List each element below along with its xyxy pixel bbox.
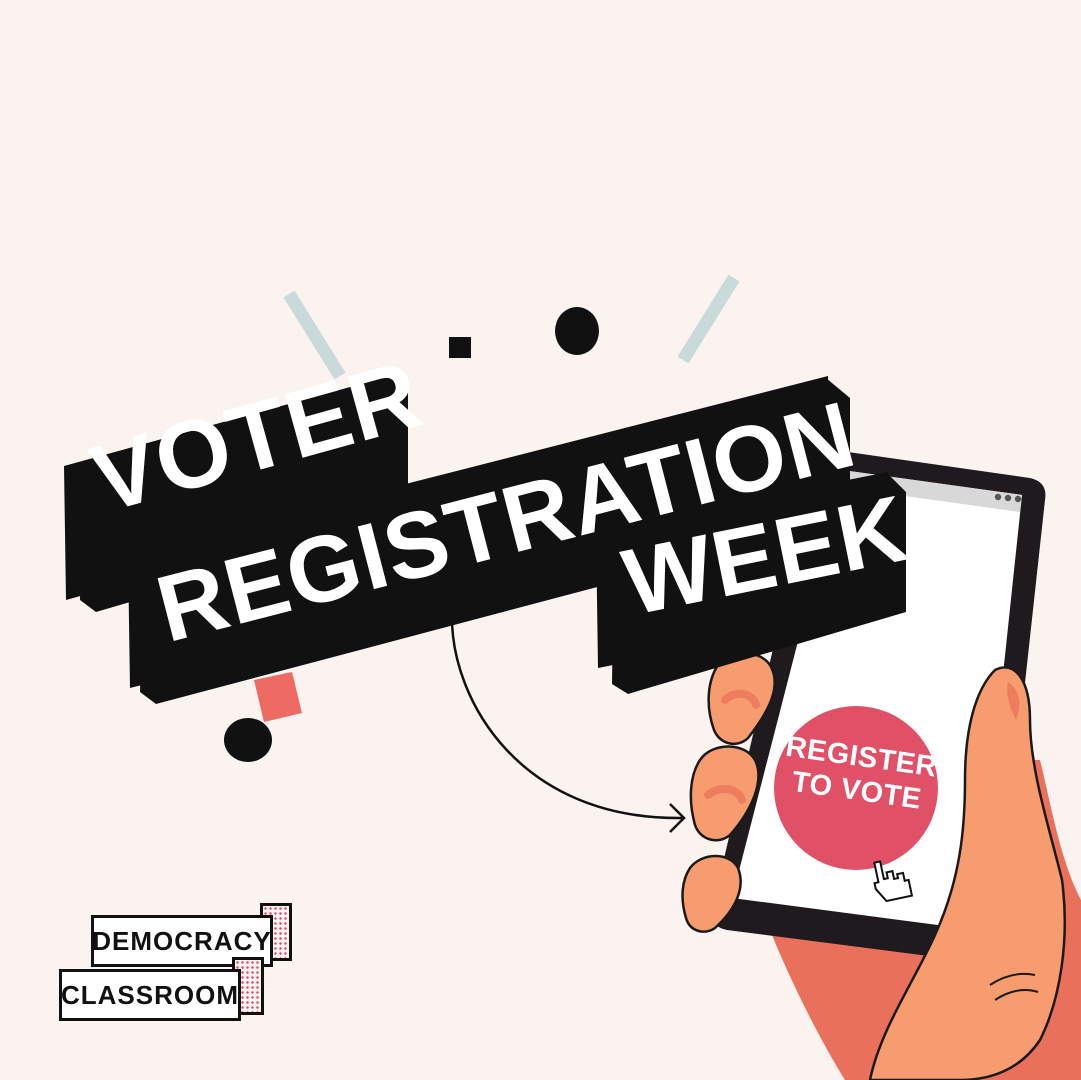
confetti-square [449, 337, 471, 358]
confetti-coral-rect [254, 672, 302, 722]
confetti-line-right [677, 274, 740, 364]
confetti-dot-bottom [224, 718, 272, 762]
confetti-dot-top [555, 307, 599, 355]
logo-classroom: CLASSROOM [59, 969, 241, 1021]
democracy-classroom-logo: DEMOCRACY CLASSROOM [55, 895, 295, 1025]
